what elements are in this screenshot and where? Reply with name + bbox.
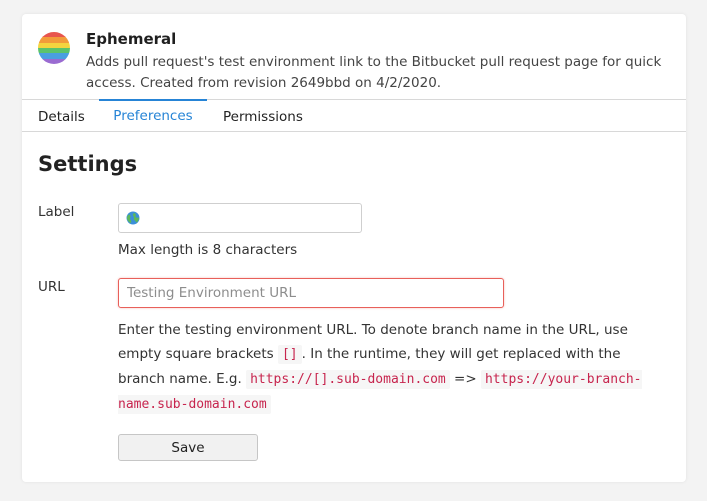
logo-stripe	[38, 58, 70, 64]
tab-bar: Details Preferences Permissions	[22, 99, 686, 132]
app-card: Ephemeral Adds pull request's test envir…	[22, 14, 686, 482]
save-button[interactable]: Save	[118, 434, 258, 461]
label-field-label: Label	[38, 204, 75, 220]
app-title: Ephemeral	[86, 30, 177, 48]
label-input[interactable]	[118, 203, 362, 233]
example-from-code: https://[].sub-domain.com	[246, 370, 450, 389]
settings-title: Settings	[38, 152, 138, 176]
app-header: Ephemeral Adds pull request's test envir…	[22, 14, 686, 99]
tab-preferences[interactable]: Preferences	[99, 99, 207, 133]
url-field-label: URL	[38, 279, 65, 295]
tab-permissions[interactable]: Permissions	[223, 100, 303, 132]
label-help-text: Max length is 8 characters	[118, 242, 298, 258]
code-brackets: []	[277, 345, 302, 364]
app-logo	[38, 32, 70, 64]
url-input[interactable]	[118, 278, 504, 308]
globe-icon	[126, 211, 140, 225]
app-description: Adds pull request's test environment lin…	[86, 54, 662, 91]
url-help-text: Enter the testing environment URL. To de…	[118, 318, 668, 417]
tab-details[interactable]: Details	[38, 100, 85, 132]
example-arrow: =>	[454, 371, 477, 387]
